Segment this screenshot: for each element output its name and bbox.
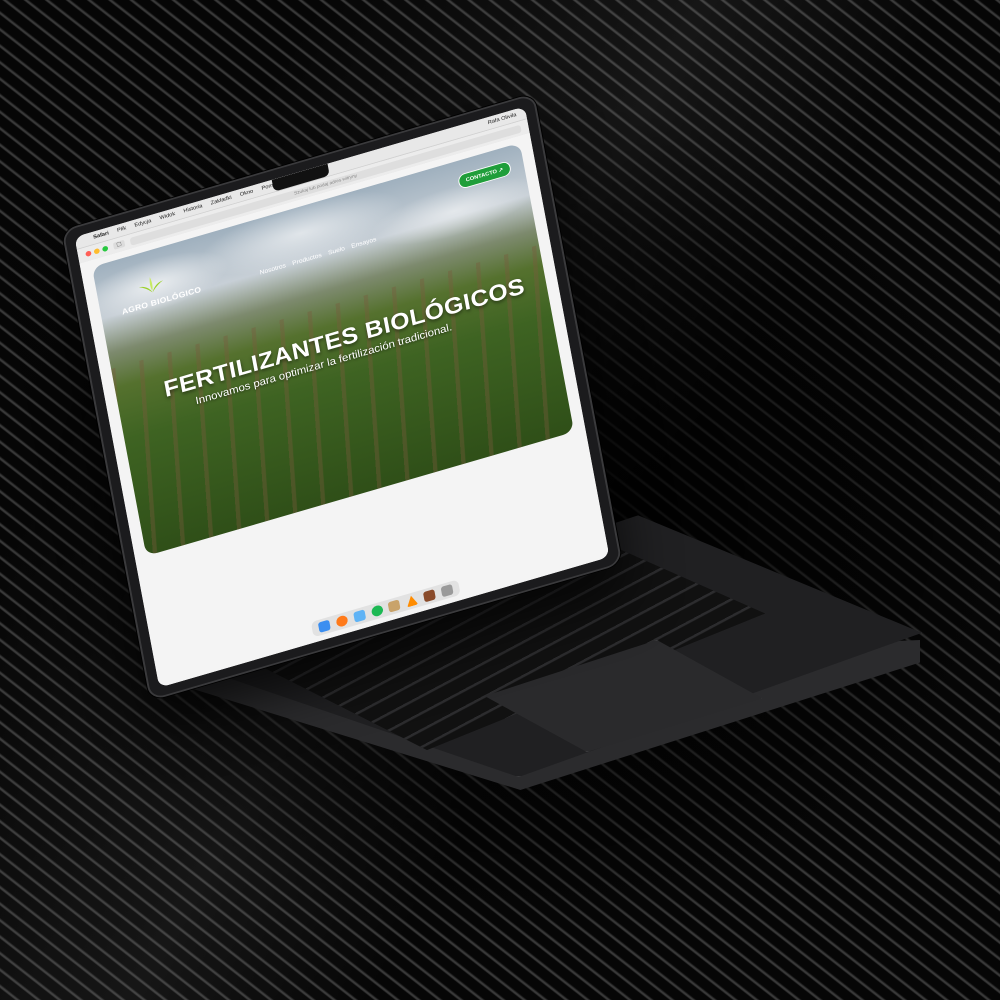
menu-item-file[interactable]: Plik [117, 226, 127, 234]
photo-icon[interactable] [422, 589, 436, 603]
hero-section: AGRO BIOLÓGICO Nosotros Productos Suelo … [91, 142, 575, 557]
menu-item-window[interactable]: Okno [240, 189, 254, 198]
menu-item-history[interactable]: Historia [183, 204, 203, 215]
menu-item-edit[interactable]: Edycja [134, 219, 152, 229]
spotify-icon[interactable] [370, 604, 384, 618]
finder-icon[interactable] [318, 619, 332, 633]
trash-icon[interactable] [440, 583, 454, 598]
mail-icon[interactable] [353, 609, 367, 623]
close-window-button[interactable] [85, 250, 92, 258]
laptop: Safari Plik Edycja Widok Historia Zakład… [0, 0, 1000, 1000]
minimize-window-button[interactable] [93, 247, 101, 255]
firefox-icon[interactable] [335, 614, 349, 628]
sidebar-button[interactable]: ▢ [112, 239, 126, 250]
menu-item-view[interactable]: Widok [159, 212, 175, 222]
maximize-window-button[interactable] [101, 245, 109, 253]
menu-item-safari[interactable]: Safari [93, 231, 109, 241]
app-icon[interactable] [387, 599, 401, 613]
vlc-icon[interactable] [405, 594, 418, 607]
